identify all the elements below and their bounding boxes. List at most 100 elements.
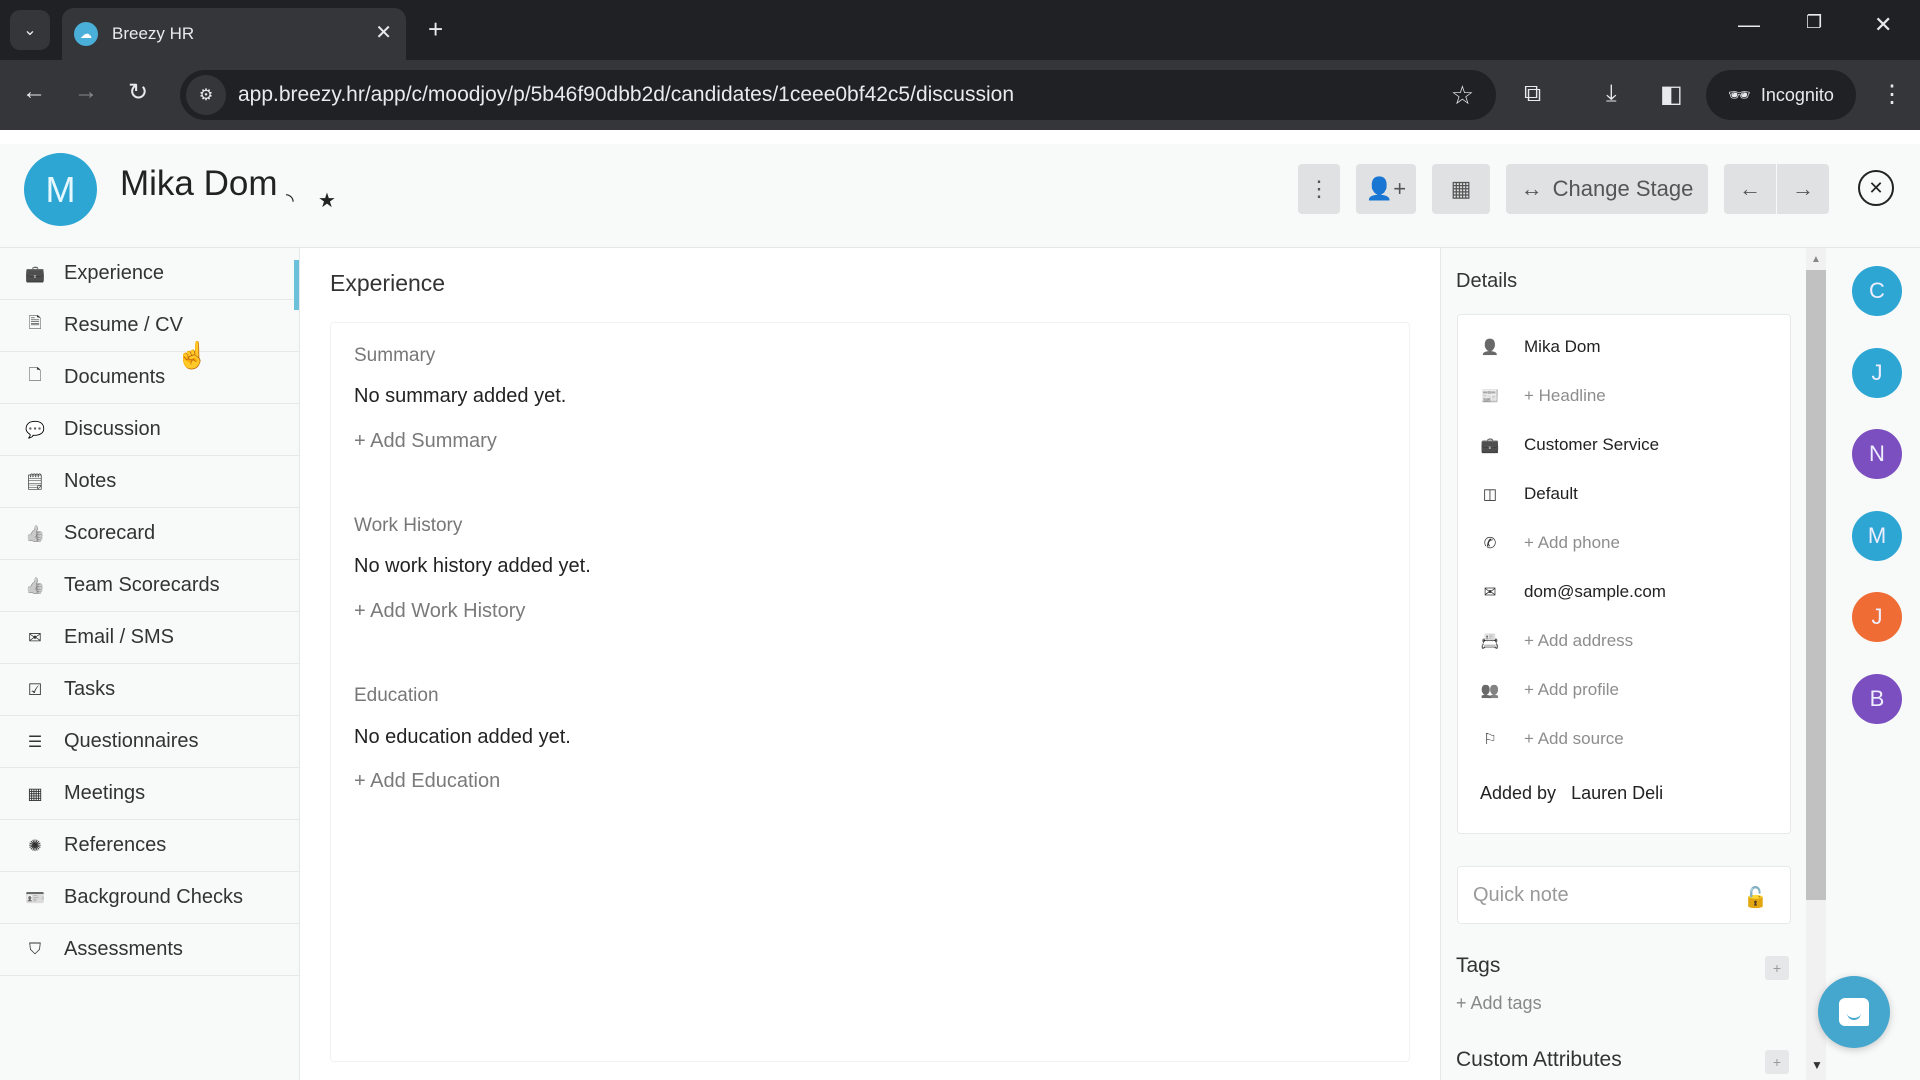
tab-search-button[interactable]: ⌄ bbox=[10, 10, 50, 50]
detail-value[interactable]: Default bbox=[1524, 484, 1578, 504]
detail-row[interactable]: 📰 + Headline bbox=[1480, 386, 1606, 406]
close-icon: ✕ bbox=[1868, 177, 1884, 198]
sidebar-item-experience[interactable]: 💼 Experience bbox=[0, 248, 299, 310]
extensions-icon[interactable]: ⧉ bbox=[1524, 80, 1541, 108]
new-tab-button[interactable]: + bbox=[428, 14, 443, 45]
bookmark-star-icon[interactable]: ☆ bbox=[1451, 80, 1474, 111]
add-custom-attribute-button[interactable]: + bbox=[1765, 1050, 1789, 1074]
sidebar-item-assessments[interactable]: ⛉ Assessments bbox=[0, 924, 299, 976]
close-candidate-button[interactable]: ✕ bbox=[1858, 170, 1894, 206]
detail-value[interactable]: Customer Service bbox=[1524, 435, 1659, 455]
scroll-up-icon[interactable]: ▲ bbox=[1811, 254, 1821, 265]
add-tag-button[interactable]: + bbox=[1765, 956, 1789, 980]
star-icon[interactable]: ★ bbox=[318, 188, 336, 213]
users-icon: 👥 bbox=[1480, 682, 1500, 699]
detail-row[interactable]: ✆ + Add phone bbox=[1480, 533, 1620, 553]
forward-icon[interactable]: → bbox=[74, 78, 98, 106]
detail-row[interactable]: ◫ Default bbox=[1480, 484, 1578, 504]
sidebar-item-discussion[interactable]: 💬 Discussion bbox=[0, 404, 299, 456]
detail-row[interactable]: 💼 Customer Service bbox=[1480, 435, 1659, 455]
sidebar-item-meetings[interactable]: ▦ Meetings bbox=[0, 768, 299, 820]
shield-check-icon: ⛉ bbox=[28, 940, 41, 958]
detail-value[interactable]: + Add phone bbox=[1524, 533, 1620, 553]
detail-value[interactable]: + Add source bbox=[1524, 729, 1624, 749]
file-icon: 🗋 bbox=[28, 367, 42, 384]
sidebar-item-documents[interactable]: 🗋 Documents bbox=[0, 352, 299, 404]
change-stage-button[interactable]: ↔ Change Stage bbox=[1506, 164, 1708, 214]
more-button[interactable]: ⋮ bbox=[1298, 164, 1340, 214]
work-history-label: Work History bbox=[354, 515, 463, 536]
work-history-empty: No work history added yet. bbox=[354, 555, 591, 577]
education-empty: No education added yet. bbox=[354, 726, 571, 748]
added-by: Added by Lauren Deli bbox=[1480, 783, 1663, 804]
team-member-avatar[interactable]: B bbox=[1852, 673, 1902, 724]
sidebar-item-label: Questionnaires bbox=[64, 730, 199, 752]
url-text[interactable]: app.breezy.hr/app/c/moodjoy/p/5b46f90dbb… bbox=[238, 83, 1014, 107]
team-member-avatar[interactable]: N bbox=[1852, 429, 1902, 479]
detail-row[interactable]: ⚐ + Add source bbox=[1480, 729, 1624, 749]
add-tags-link[interactable]: + Add tags bbox=[1456, 993, 1542, 1014]
detail-row[interactable]: ✉ dom@sample.com bbox=[1480, 582, 1666, 602]
experience-card: Summary No summary added yet. + Add Summ… bbox=[330, 322, 1410, 1062]
summary-empty: No summary added yet. bbox=[354, 385, 567, 407]
detail-value[interactable]: Mika Dom bbox=[1524, 337, 1601, 357]
schedule-button[interactable]: ▦ bbox=[1432, 164, 1490, 214]
sidebar-item-label: Resume / CV bbox=[64, 314, 183, 336]
reload-icon[interactable]: ↻ bbox=[128, 78, 148, 107]
hand-cursor-icon: ☝ bbox=[176, 340, 209, 370]
download-icon[interactable]: ⤓ bbox=[1606, 80, 1617, 108]
unlock-icon[interactable]: 🔓 bbox=[1743, 885, 1768, 910]
detail-value[interactable]: + Add profile bbox=[1524, 680, 1619, 700]
envelope-icon: ✉ bbox=[28, 629, 42, 647]
sidebar-item-tasks[interactable]: ☑ Tasks bbox=[0, 664, 299, 716]
minimize-icon[interactable]: — bbox=[1738, 12, 1760, 38]
sidebar-item-background-checks[interactable]: 🪪 Background Checks bbox=[0, 872, 299, 924]
rss-icon[interactable]: ◝ bbox=[286, 188, 294, 213]
team-member-avatar[interactable]: M bbox=[1852, 510, 1902, 561]
sidebar-item-questionnaires[interactable]: ☰ Questionnaires bbox=[0, 716, 299, 768]
tab-close-icon[interactable]: ✕ bbox=[375, 20, 392, 45]
sidebar-item-notes[interactable]: 🗒 Notes bbox=[0, 456, 299, 508]
add-work-history-link[interactable]: + Add Work History bbox=[354, 600, 525, 623]
previous-candidate-button[interactable]: ← bbox=[1724, 164, 1776, 214]
sidebar-item-label: Assessments bbox=[64, 938, 183, 960]
add-user-button[interactable]: 👤+ bbox=[1356, 164, 1416, 214]
chevron-down-icon: ⌄ bbox=[23, 22, 37, 39]
team-avatars-rail: CJNMJB bbox=[1826, 248, 1920, 1080]
browser-menu-icon[interactable]: ⋮ bbox=[1880, 80, 1904, 109]
scroll-down-icon[interactable]: ▼ bbox=[1811, 1058, 1823, 1072]
restore-icon[interactable]: ❐ bbox=[1806, 12, 1822, 33]
incognito-indicator[interactable]: 🕶 Incognito bbox=[1706, 70, 1856, 120]
sidebar-item-team-scorecards[interactable]: 👍 Team Scorecards bbox=[0, 560, 299, 612]
sidebar-item-label: Meetings bbox=[64, 782, 146, 804]
detail-row[interactable]: 👤 Mika Dom bbox=[1480, 337, 1601, 357]
sidebar-item-resume-cv[interactable]: 🗎 Resume / CV bbox=[0, 300, 299, 352]
address-bar[interactable]: ⚙ app.breezy.hr/app/c/moodjoy/p/5b46f90d… bbox=[180, 70, 1496, 120]
chat-launcher-button[interactable] bbox=[1818, 976, 1890, 1048]
candidate-avatar: M bbox=[24, 153, 97, 226]
id-card-icon: 🪪 bbox=[25, 889, 45, 907]
sidebar-item-email-sms[interactable]: ✉ Email / SMS bbox=[0, 612, 299, 664]
team-member-avatar[interactable]: J bbox=[1852, 347, 1902, 398]
team-member-avatar[interactable]: J bbox=[1852, 592, 1902, 642]
window-close-icon[interactable]: ✕ bbox=[1874, 12, 1892, 38]
scrollbar-thumb[interactable] bbox=[1806, 270, 1826, 900]
sidebar-item-scorecard[interactable]: 👍 Scorecard bbox=[0, 508, 299, 560]
detail-value[interactable]: + Headline bbox=[1524, 386, 1606, 406]
add-summary-link[interactable]: + Add Summary bbox=[354, 430, 497, 453]
browser-tab[interactable]: ☁ Breezy HR ✕ bbox=[62, 8, 406, 60]
sidebar-item-references[interactable]: ✺ References bbox=[0, 820, 299, 872]
quick-note-input[interactable]: Quick note 🔓 bbox=[1457, 866, 1791, 924]
team-member-avatar[interactable]: C bbox=[1852, 266, 1902, 316]
next-candidate-button[interactable]: → bbox=[1777, 164, 1829, 214]
side-panel-icon[interactable]: ◧ bbox=[1660, 80, 1683, 109]
detail-value[interactable]: dom@sample.com bbox=[1524, 582, 1666, 602]
add-education-link[interactable]: + Add Education bbox=[354, 770, 500, 793]
detail-row[interactable]: 📇 + Add address bbox=[1480, 631, 1634, 651]
detail-row[interactable]: 👥 + Add profile bbox=[1480, 680, 1619, 700]
detail-value[interactable]: + Add address bbox=[1524, 631, 1633, 651]
list-icon: ☰ bbox=[27, 733, 43, 751]
site-info-icon[interactable]: ⚙ bbox=[186, 75, 226, 115]
back-icon[interactable]: ← bbox=[22, 78, 46, 106]
details-scrollbar[interactable]: ▲ ▼ bbox=[1806, 248, 1826, 1080]
